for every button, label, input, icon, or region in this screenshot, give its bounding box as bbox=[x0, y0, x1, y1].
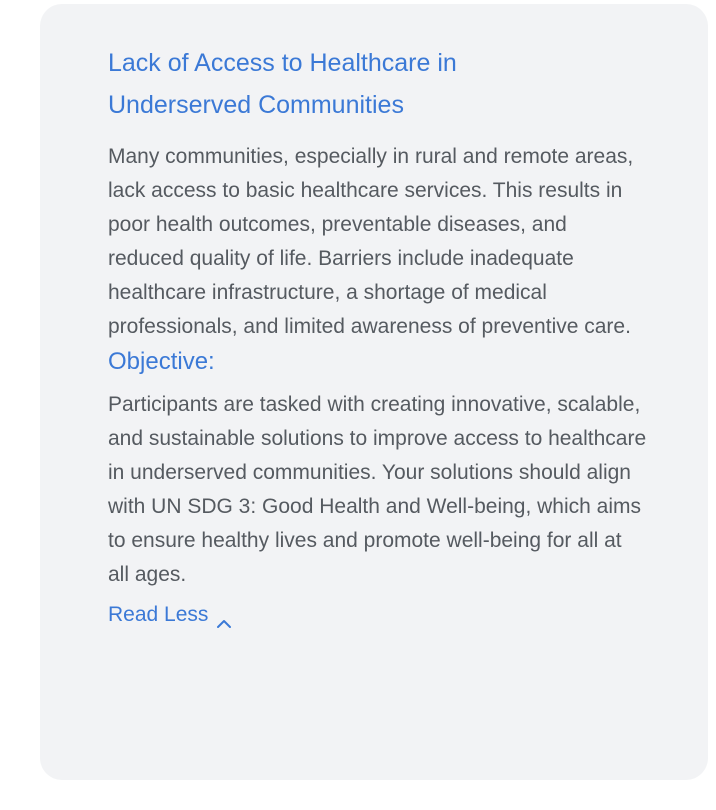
card-title: Lack of Access to Healthcare in Underser… bbox=[108, 49, 457, 119]
objective-description: Participants are tasked with creating in… bbox=[108, 393, 647, 586]
objective-heading: Objective: bbox=[108, 348, 215, 375]
problem-description: Many communities, especially in rural an… bbox=[108, 145, 634, 338]
problem-statement-card: Lack of Access to Healthcare in Underser… bbox=[40, 4, 708, 780]
read-less-button[interactable]: Read Less bbox=[108, 600, 232, 630]
chevron-up-icon bbox=[216, 609, 232, 628]
read-less-label: Read Less bbox=[108, 603, 209, 626]
